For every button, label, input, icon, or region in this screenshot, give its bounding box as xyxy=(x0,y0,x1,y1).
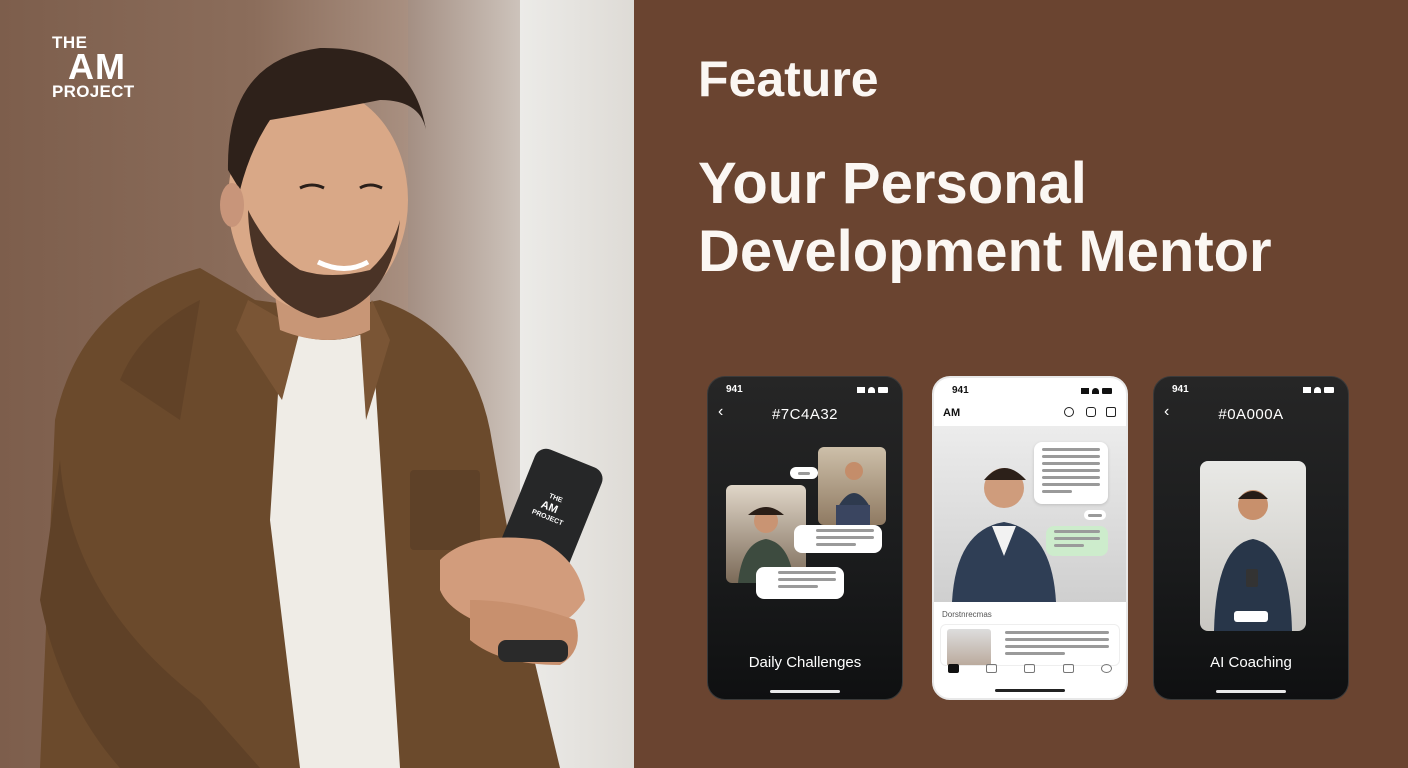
home-indicator xyxy=(770,690,840,693)
tab-four[interactable] xyxy=(1053,664,1083,680)
video-label-chip xyxy=(1234,611,1268,622)
list-icon xyxy=(986,664,998,673)
tab-two[interactable] xyxy=(977,664,1007,680)
feed-card-thumb xyxy=(947,629,991,665)
chat-bubble-1 xyxy=(794,525,882,553)
tab-home[interactable] xyxy=(938,664,968,680)
battery-icon xyxy=(878,386,888,393)
tab-bar xyxy=(934,664,1126,688)
phone-chat-feed: 941 AM Dorstnrecmas xyxy=(932,376,1128,700)
app-title: AM xyxy=(943,407,961,419)
feature-kicker: Feature xyxy=(698,51,879,107)
chat-bubble-outgoing xyxy=(1046,526,1108,556)
chat-bubble-small xyxy=(790,467,818,479)
person-image xyxy=(1214,490,1292,631)
battery-icon xyxy=(1102,387,1112,394)
back-chevron-icon[interactable]: ‹ xyxy=(718,403,723,421)
status-bar: 941 xyxy=(726,384,888,395)
status-time: 941 xyxy=(1172,384,1189,395)
status-time: 941 xyxy=(726,384,743,395)
challenge-photo-large[interactable] xyxy=(818,447,886,525)
instagram-icon[interactable] xyxy=(1086,407,1096,417)
nav-bar: ‹ #0A000A xyxy=(1154,403,1348,425)
brand-line-am: AM xyxy=(68,46,126,87)
home-icon xyxy=(947,664,959,673)
chat-bubble-incoming xyxy=(1034,442,1108,504)
hero-photo: THE AM PROJECT THE AM PROJECT xyxy=(0,0,634,768)
home-indicator xyxy=(1216,690,1286,693)
wifi-icon xyxy=(1314,386,1321,393)
coach-video[interactable] xyxy=(1200,461,1306,631)
status-bar: 941 xyxy=(952,385,1112,396)
feature-panel: Feature Your Personal Development Mentor… xyxy=(634,0,1408,768)
signal-icon xyxy=(1081,387,1089,394)
phone-caption: Daily Challenges xyxy=(748,654,862,671)
signal-icon xyxy=(1303,386,1311,393)
wifi-icon xyxy=(1092,387,1099,394)
profile-icon xyxy=(1101,664,1113,673)
home-indicator xyxy=(995,689,1065,692)
signal-icon xyxy=(857,386,865,393)
status-time: 941 xyxy=(952,385,969,396)
status-bar: 941 xyxy=(1172,384,1334,395)
phone-caption: AI Coaching xyxy=(1210,654,1292,671)
person-thumbnail xyxy=(836,462,870,525)
section-label: Dorstnrecmas xyxy=(942,610,992,619)
wifi-icon xyxy=(868,386,875,393)
nav-title: #7C4A32 xyxy=(771,405,839,423)
back-chevron-icon[interactable]: ‹ xyxy=(1164,403,1169,421)
tab-five[interactable] xyxy=(1092,664,1122,680)
man-with-phone-illustration: THE AM PROJECT xyxy=(40,47,603,768)
chat-bubble-2 xyxy=(756,567,844,599)
system-icons xyxy=(1303,384,1334,395)
brand-line-project: PROJECT xyxy=(52,82,135,101)
nav-bar: ‹ #7C4A32 xyxy=(708,403,902,425)
chat-bubble-tiny xyxy=(1084,510,1106,520)
share-icon[interactable] xyxy=(1106,407,1116,417)
nav-title: #0A000A xyxy=(1218,405,1284,423)
phone-ai-coaching: 941 ‹ #0A000A AI Coaching xyxy=(1153,376,1349,700)
phone-daily-challenges: 941 ‹ #7C4A32 Daily Challenges xyxy=(707,376,903,700)
feed-card[interactable] xyxy=(940,624,1120,666)
feed-card-text xyxy=(997,627,1117,663)
battery-icon xyxy=(1324,386,1334,393)
search-icon[interactable] xyxy=(1064,407,1074,417)
app-header: AM xyxy=(934,402,1126,424)
system-icons xyxy=(857,384,888,395)
system-icons xyxy=(1081,385,1112,396)
tab-three[interactable] xyxy=(1015,664,1045,680)
brand-logo: THE AM PROJECT xyxy=(52,34,134,100)
book-icon xyxy=(1024,664,1036,673)
calendar-icon xyxy=(1062,664,1074,673)
feature-headline: Your Personal Development Mentor xyxy=(698,151,1272,284)
